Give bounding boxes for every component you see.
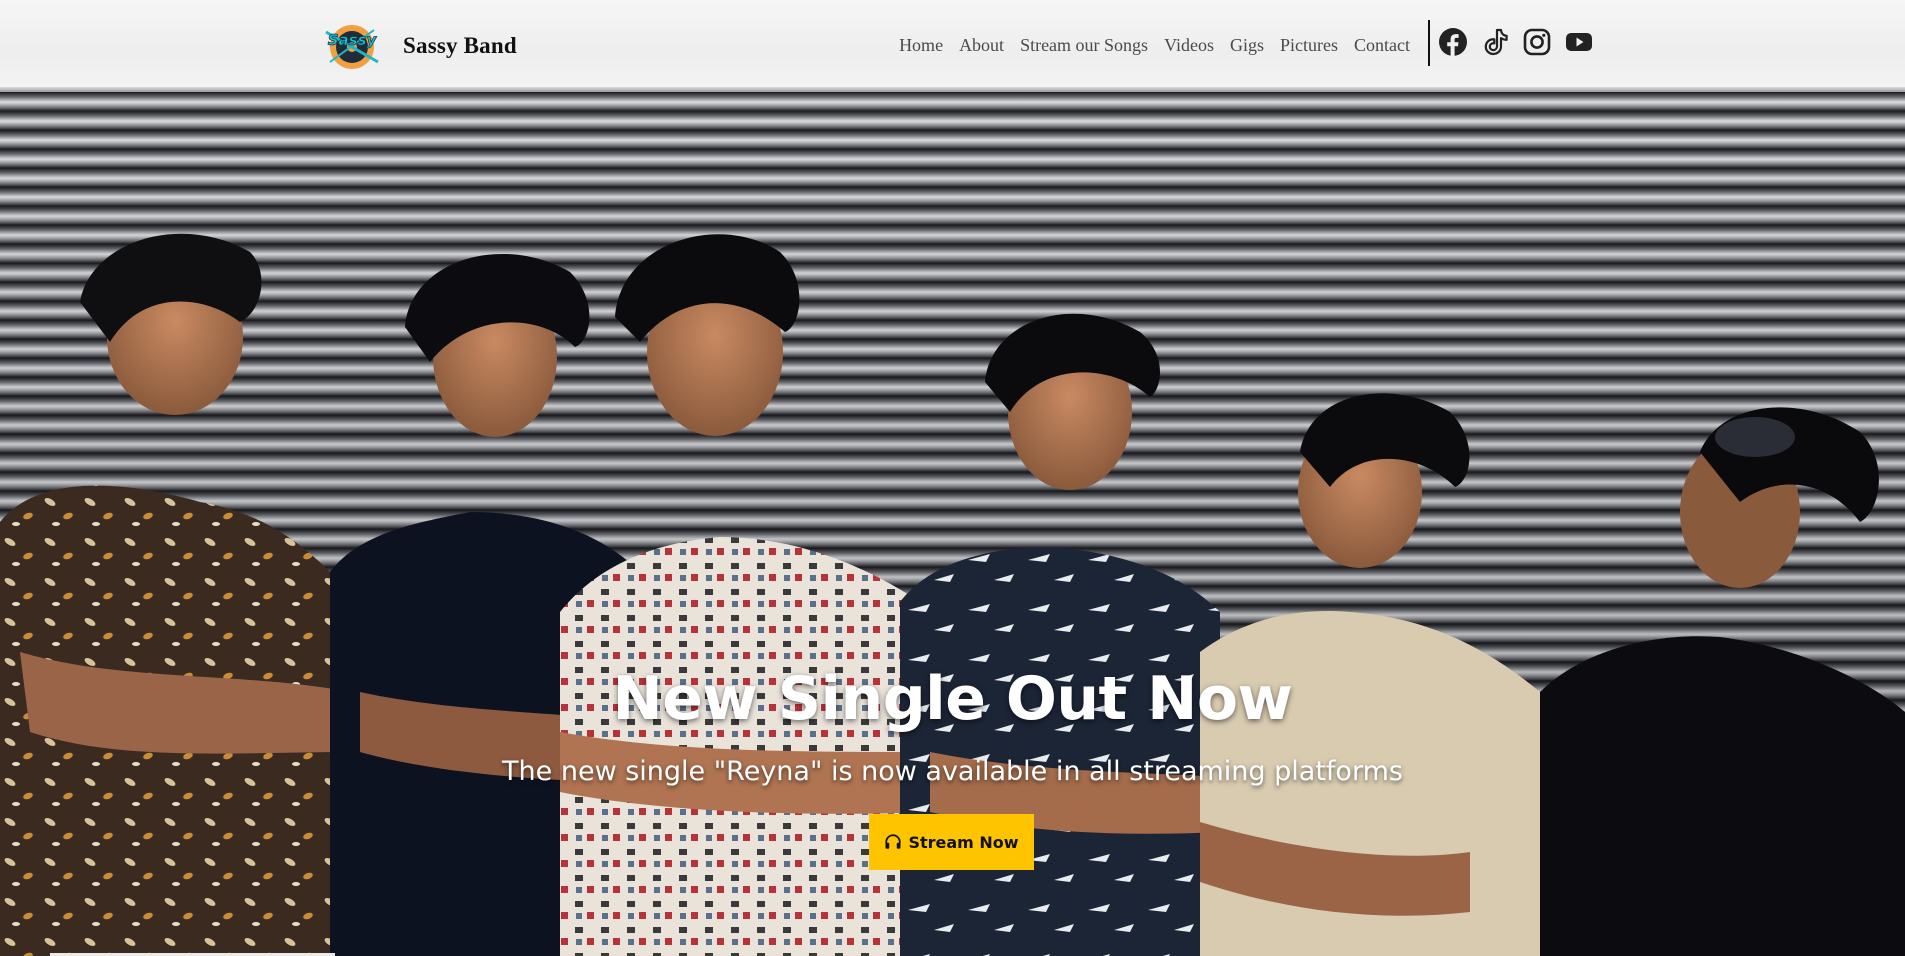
social-links [1438, 27, 1594, 57]
stream-now-button[interactable]: Stream Now [869, 814, 1034, 870]
nav-home[interactable]: Home [891, 35, 951, 56]
band-logo[interactable]: Sassy [320, 14, 384, 78]
facebook-icon[interactable] [1438, 27, 1468, 57]
youtube-icon[interactable] [1564, 27, 1594, 57]
brand-name[interactable]: Sassy Band [403, 33, 517, 59]
stream-now-label: Stream Now [908, 832, 1019, 852]
nav-divider [1428, 20, 1430, 66]
main-nav: Home About Stream our Songs Videos Gigs … [891, 35, 1418, 56]
instagram-icon[interactable] [1522, 27, 1552, 57]
logo-text: Sassy [328, 31, 378, 49]
site-header: Sassy Sassy Band Home About Stream our S… [0, 0, 1905, 92]
nav-pictures[interactable]: Pictures [1272, 35, 1346, 56]
nav-gigs[interactable]: Gigs [1222, 35, 1272, 56]
hero-subtitle: The new single "Reyna" is now available … [502, 756, 1403, 787]
nav-about[interactable]: About [951, 35, 1012, 56]
nav-videos[interactable]: Videos [1156, 35, 1222, 56]
hero-title: New Single Out Now [612, 664, 1293, 734]
nav-stream-our-songs[interactable]: Stream our Songs [1012, 35, 1156, 56]
tiktok-icon[interactable] [1480, 27, 1510, 57]
nav-contact[interactable]: Contact [1346, 35, 1418, 56]
headphones-icon [885, 834, 902, 849]
page: Sassy Sassy Band Home About Stream our S… [0, 0, 1905, 956]
hero-section: New Single Out Now The new single "Reyna… [0, 92, 1905, 956]
